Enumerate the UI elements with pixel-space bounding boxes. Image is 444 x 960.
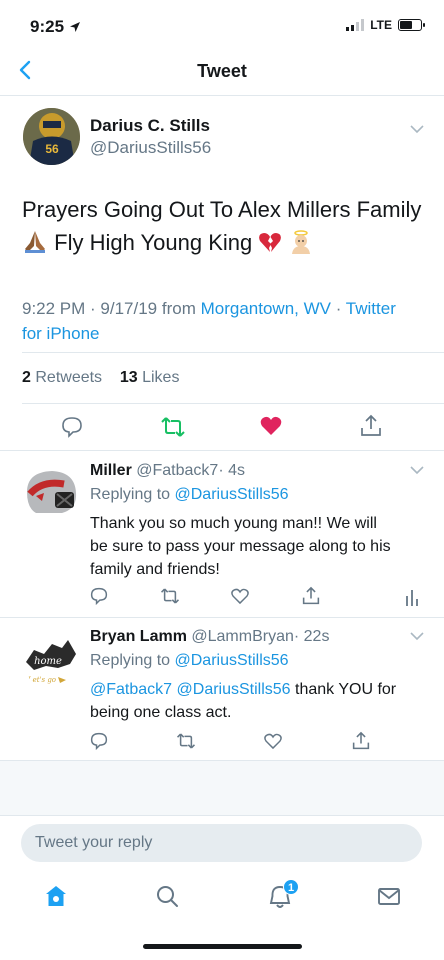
tweet-meta: 9:22 PM · 9/17/19 from Morgantown, WV · … [22,296,422,346]
tweet-timestamp: 9:22 PM · 9/17/19 from [22,299,201,318]
tweet-text-line1: Prayers Going Out To Alex Millers Family [22,197,422,222]
reply-avatar[interactable] [22,466,80,519]
notifications-badge: 1 [283,879,299,895]
avatar-subtext: Let's go [27,676,56,684]
home-icon[interactable] [44,884,68,908]
tweet-stats: 2 Retweets 13 Likes [22,369,179,387]
status-indicators: LTE [346,18,425,32]
reply-icon[interactable] [61,416,83,438]
retweet-icon[interactable] [176,732,196,750]
status-time: 9:25 [30,17,81,37]
reply-input[interactable]: Tweet your reply [21,824,422,862]
praying-hands-emoji [25,231,45,253]
replying-to: Replying to @DariusStills56 [90,652,289,670]
tweet-meta-line1: 9:22 PM · 9/17/19 from Morgantown, WV · … [22,296,422,321]
jersey-number: 56 [45,142,59,156]
share-icon[interactable] [302,586,320,606]
meta-separator: · [330,299,346,318]
avatar-home-text: home [34,656,62,667]
composer-divider [0,815,444,816]
home-indicator[interactable] [143,944,302,949]
reply-body-line1: @Fatback7 @DariusStills56 thank YOU for [90,678,430,701]
reply-divider [0,617,444,618]
reply-time: · 4s [218,462,245,479]
retweet-icon[interactable] [160,416,186,438]
replying-to-label: Replying to [90,486,171,503]
reply-body-text: thank YOU for [290,681,397,698]
meta-divider [22,352,444,353]
reply-body-line1: Thank you so much young man!! We will [90,515,377,532]
reply-avatar[interactable]: home Let's go [22,630,80,688]
stats-divider [22,403,444,404]
retweet-icon[interactable] [160,587,180,605]
reply-header: Bryan Lamm @LammBryan· 22s [90,628,329,646]
reply-time: · 22s [293,628,330,645]
tweet-text: Prayers Going Out To Alex Millers Family… [22,193,432,259]
analytics-icon[interactable] [405,588,419,606]
page-title: Tweet [197,61,247,81]
chevron-down-icon[interactable] [410,631,424,641]
like-icon[interactable] [260,416,282,436]
likes-stat[interactable]: 13 Likes [120,369,180,386]
replying-to: Replying to @DariusStills56 [90,486,289,504]
like-icon[interactable] [231,588,249,605]
mention-link[interactable]: @Fatback7 [90,681,172,698]
main-tweet-divider [0,450,444,451]
author-name[interactable]: Darius C. Stills [90,116,210,136]
reply-author-handle[interactable]: @Fatback7 [136,462,218,479]
reply-icon[interactable] [90,732,108,750]
reply-body: @Fatback7 @DariusStills56 thank YOU for … [90,678,430,724]
tweet-text-line2-text: Fly High Young King [54,230,253,255]
reply-body-line3: family and friends! [90,561,220,578]
baby-angel-emoji [291,230,310,254]
retweets-count: 2 [22,369,31,386]
tweet-source-link-cont[interactable]: for iPhone [22,321,422,346]
share-icon[interactable] [352,731,370,751]
reply-body: Thank you so much young man!! We will be… [90,512,430,581]
retweets-label: Retweets [35,369,103,386]
network-label: LTE [370,18,392,32]
likes-label: Likes [142,369,180,386]
location-arrow-icon [69,22,80,32]
signal-icon [346,19,365,31]
reply-icon[interactable] [90,587,108,605]
reply-body-line2: be sure to pass your message along to hi… [90,538,391,555]
tweet-location-link[interactable]: Morgantown, WV [201,299,331,318]
messages-icon[interactable] [377,886,401,906]
reply-author-handle[interactable]: @LammBryan [191,628,294,645]
reply-header: Miller @Fatback7· 4s [90,462,245,480]
tweet-text-line2: Fly High Young King [22,226,432,259]
author-avatar[interactable]: 56 [23,108,80,165]
replying-to-link[interactable]: @DariusStills56 [175,486,289,503]
search-icon[interactable] [155,884,179,908]
chevron-down-icon[interactable] [410,465,424,475]
share-icon[interactable] [360,414,382,438]
tweet-source-link[interactable]: Twitter [346,299,396,318]
timeline-end-spacer [0,760,444,815]
replying-to-link[interactable]: @DariusStills56 [175,652,289,669]
like-icon[interactable] [264,733,282,750]
broken-heart-emoji [259,233,282,252]
replying-to-label: Replying to [90,652,171,669]
reply-author-name[interactable]: Bryan Lamm [90,628,187,645]
likes-count: 13 [119,369,138,386]
retweets-stat[interactable]: 2 Retweets [22,369,102,386]
chevron-down-icon[interactable] [410,124,424,134]
mention-link[interactable]: @DariusStills56 [177,681,291,698]
author-handle[interactable]: @DariusStills56 [90,138,211,158]
header-divider [0,95,444,96]
reply-body-line2: being one class act. [90,704,232,721]
battery-icon [398,19,425,31]
reply-author-name[interactable]: Miller [90,462,132,479]
